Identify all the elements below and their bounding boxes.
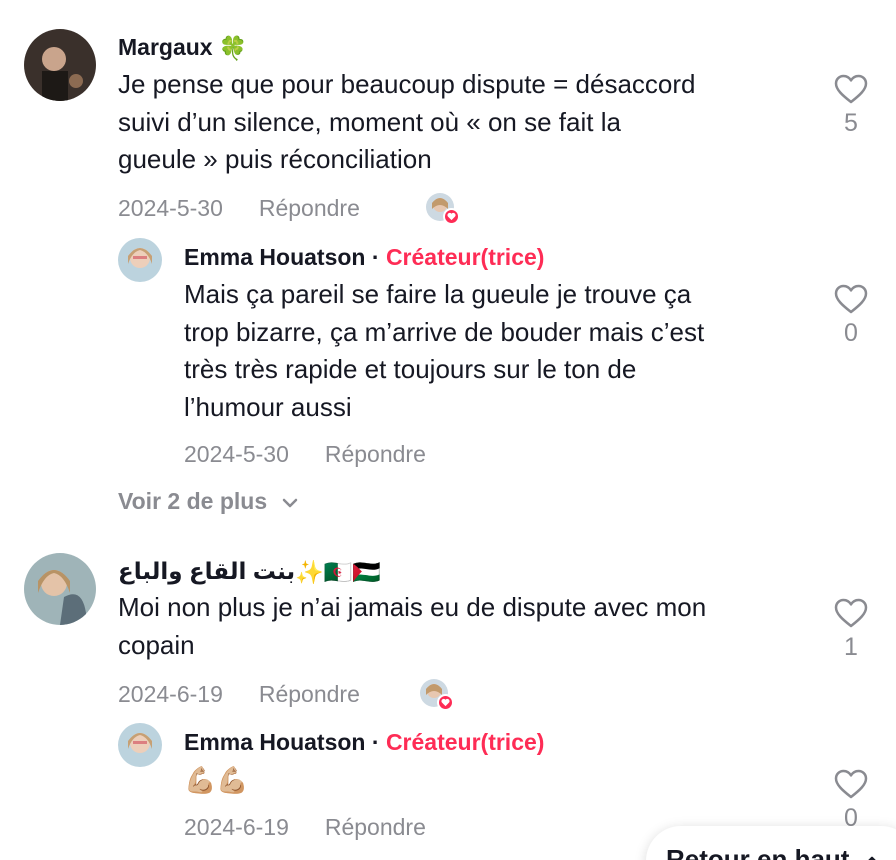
comment-text: Je pense que pour beaucoup dispute = dés… <box>118 66 695 179</box>
reply-button[interactable]: Répondre <box>259 195 360 221</box>
comment-text-line: Je pense que pour beaucoup dispute = dés… <box>118 69 696 99</box>
comment-date: 2024-6-19 <box>118 681 223 707</box>
author-name[interactable]: Emma Houatson <box>184 729 365 755</box>
comment-meta: 2024-6-19 Répondre <box>118 681 360 708</box>
reply-button[interactable]: Répondre <box>259 681 360 707</box>
comments-panel: Margaux 🍀 Je pense que pour beaucoup disp… <box>0 0 896 860</box>
comment-author[interactable]: Margaux 🍀 <box>118 34 247 62</box>
author-name[interactable]: Margaux <box>118 34 213 60</box>
reply-author[interactable]: Emma Houatson · Créateur(trice) <box>184 244 544 271</box>
reply-author[interactable]: Emma Houatson · Créateur(trice) <box>184 729 544 756</box>
reply-text-line: Mais ça pareil se faire la gueule je tro… <box>184 279 692 309</box>
view-more-label[interactable]: Voir 2 de plus <box>118 488 267 514</box>
heart-outline-icon[interactable] <box>834 73 868 105</box>
separator: · <box>371 729 380 755</box>
comment-text-line: gueule » puis réconciliation <box>118 144 432 174</box>
like-count: 5 <box>844 109 858 137</box>
avatar-margaux[interactable] <box>24 29 96 101</box>
creator-liked-badge <box>420 679 454 711</box>
comment-text-line: suivi d’un silence, moment où « on se fa… <box>118 106 621 137</box>
creator-liked-badge <box>426 193 460 225</box>
comment-meta: 2024-5-30 Répondre <box>118 195 360 222</box>
author-name[interactable]: Emma Houatson <box>184 244 365 270</box>
reply-text: 💪🏼💪🏼 <box>184 765 249 795</box>
reply-text-line: très très rapide et toujours sur le ton … <box>184 354 637 384</box>
avatar-bint-alqaa[interactable] <box>24 553 96 625</box>
reply-text: Mais ça pareil se faire la gueule je tro… <box>184 276 704 426</box>
heart-outline-icon[interactable] <box>834 283 868 315</box>
comment-text-line: Moi non plus je n’ai jamais eu de disput… <box>118 592 707 622</box>
heart-icon <box>443 208 460 225</box>
author-name[interactable]: بنت القاع والباع <box>118 558 295 584</box>
view-more-replies[interactable]: Voir 2 de plus <box>118 488 300 515</box>
back-to-top-label[interactable]: Retour en haut <box>666 844 849 860</box>
heart-outline-icon[interactable] <box>834 597 868 629</box>
creator-badge: Créateur(trice) <box>385 729 545 755</box>
like-count: 1 <box>844 633 858 661</box>
clover-icon: 🍀 <box>218 35 248 62</box>
avatar-emma-houatson[interactable] <box>118 723 162 767</box>
creator-badge: Créateur(trice) <box>385 244 545 270</box>
like-button[interactable]: 0 <box>831 768 871 833</box>
chevron-up-icon[interactable] <box>863 855 881 860</box>
reply-text-line: trop bizarre, ça m’arrive de bouder mais… <box>184 316 705 347</box>
comment-text-line: copain <box>118 629 195 660</box>
like-button[interactable]: 1 <box>831 597 871 662</box>
reply-text-line: l’humour aussi <box>184 391 352 422</box>
like-button[interactable]: 5 <box>831 73 871 138</box>
back-to-top-button[interactable]: Retour en haut <box>646 826 896 860</box>
comment-text: Moi non plus je n’ai jamais eu de disput… <box>118 589 706 664</box>
separator: · <box>371 244 380 270</box>
reply-button[interactable]: Répondre <box>325 814 426 840</box>
reply-button[interactable]: Répondre <box>325 441 426 467</box>
sparkles-flags-icon: ✨🇩🇿🇵🇸 <box>295 559 382 586</box>
avatar-emma-houatson[interactable] <box>118 238 162 282</box>
comment-date: 2024-5-30 <box>118 195 223 221</box>
chevron-down-icon[interactable] <box>280 496 300 510</box>
heart-outline-icon[interactable] <box>834 768 868 800</box>
like-count: 0 <box>844 319 858 347</box>
reply-date: 2024-5-30 <box>184 441 289 467</box>
reply-date: 2024-6-19 <box>184 814 289 840</box>
reply-meta: 2024-5-30 Répondre <box>184 441 426 468</box>
comment-author[interactable]: بنت القاع والباع✨🇩🇿🇵🇸 <box>118 558 381 586</box>
heart-icon <box>437 694 454 711</box>
like-button[interactable]: 0 <box>831 283 871 348</box>
reply-meta: 2024-6-19 Répondre <box>184 814 426 841</box>
